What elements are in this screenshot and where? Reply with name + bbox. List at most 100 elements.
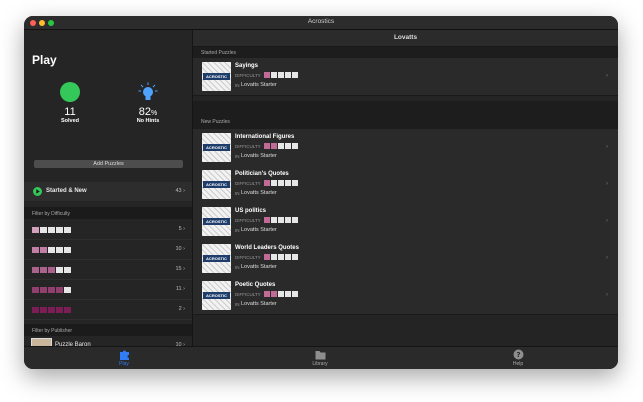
difficulty-square xyxy=(292,217,298,223)
puzzle-row[interactable]: ACROSTIC World Leaders Quotes DIFFICULTY IN… xyxy=(193,240,618,278)
tab-library[interactable]: Library xyxy=(290,349,350,367)
difficulty-square xyxy=(271,143,277,149)
difficulty-square xyxy=(64,287,71,293)
tab-help-label: Help xyxy=(512,361,524,367)
difficulty-square xyxy=(292,254,298,260)
difficulty-square xyxy=(40,307,47,313)
difficulty-square xyxy=(285,180,291,186)
puzzle-thumbnail: ACROSTIC xyxy=(202,133,231,162)
puzzle-thumbnail: ACROSTIC xyxy=(202,244,231,273)
in-caption: IN xyxy=(235,154,240,159)
difficulty-caption: DIFFICULTY xyxy=(235,144,261,149)
no-hints-stat: 82% No Hints xyxy=(118,82,178,124)
difficulty-square xyxy=(32,227,39,233)
difficulty-square xyxy=(40,227,47,233)
difficulty-count: 11 › xyxy=(175,286,185,292)
add-puzzles-button[interactable]: Add Puzzles xyxy=(34,160,183,168)
difficulty-count-value: 2 xyxy=(178,306,182,312)
chevron-right-icon: › xyxy=(606,181,608,187)
thumbnail-label: ACROSTIC xyxy=(203,73,230,80)
new-puzzles-header: New Puzzles xyxy=(193,101,618,129)
difficulty-caption: DIFFICULTY xyxy=(235,255,261,260)
puzzle-title: Politician's Quotes xyxy=(235,171,289,177)
puzzle-row[interactable]: ACROSTIC Poetic Quotes DIFFICULTY IN Lovatts… xyxy=(193,277,618,315)
page-title: Play xyxy=(32,53,57,67)
difficulty-row-4[interactable]: 11 › xyxy=(24,280,192,300)
difficulty-square xyxy=(271,180,277,186)
difficulty-square xyxy=(48,287,55,293)
thumbnail-label: ACROSTIC xyxy=(203,181,230,188)
tab-help[interactable]: ? Help xyxy=(488,349,548,367)
in-caption: IN xyxy=(235,302,240,307)
difficulty-square xyxy=(32,247,39,253)
main-panel: Lovatts Started Puzzles ACROSTIC Sayings D… xyxy=(193,30,618,346)
difficulty-caption: DIFFICULTY xyxy=(235,181,261,186)
window-title: Acrostics xyxy=(307,18,335,25)
tab-play[interactable]: Play xyxy=(94,349,154,367)
difficulty-count: 2 › xyxy=(178,306,185,312)
difficulty-square xyxy=(278,143,284,149)
difficulty-row-3[interactable]: 15 › xyxy=(24,260,192,280)
started-and-new-row[interactable]: Started & New 43 › xyxy=(24,182,192,201)
difficulty-square xyxy=(48,247,55,253)
difficulty-count-value: 11 xyxy=(175,286,182,292)
no-hints-unit: % xyxy=(151,110,158,117)
solved-circle-icon xyxy=(60,82,80,102)
in-caption: IN xyxy=(235,191,240,196)
puzzle-thumbnail: ACROSTIC xyxy=(202,170,231,199)
difficulty-square xyxy=(264,72,270,78)
difficulty-square xyxy=(292,180,298,186)
difficulty-square xyxy=(285,143,291,149)
puzzle-row[interactable]: ACROSTIC International Figures DIFFICULTY I… xyxy=(193,129,618,167)
title-bar: Acrostics xyxy=(24,16,618,30)
puzzle-title: Sayings xyxy=(235,63,259,69)
difficulty-square xyxy=(56,227,63,233)
difficulty-square xyxy=(48,227,55,233)
started-count-value: 43 xyxy=(175,188,182,194)
in-caption: IN xyxy=(235,265,240,270)
app-window: Acrostics Play 11 Solved 82% No Hints Ad… xyxy=(24,16,618,369)
difficulty-row-2[interactable]: 10 › xyxy=(24,240,192,260)
difficulty-square xyxy=(292,143,298,149)
chevron-right-icon: › xyxy=(606,144,608,150)
difficulty-square xyxy=(278,180,284,186)
puzzle-publisher: Lovatts Starter xyxy=(241,264,277,270)
difficulty-square xyxy=(292,72,298,78)
difficulty-filter-header: Filter by Difficulty xyxy=(24,207,192,219)
puzzle-title: World Leaders Quotes xyxy=(235,245,299,251)
difficulty-caption: DIFFICULTY xyxy=(235,73,261,78)
publisher-filter-header: Filter by Publisher xyxy=(24,324,192,336)
puzzle-row[interactable]: ACROSTIC Politician's Quotes DIFFICULTY IN L… xyxy=(193,166,618,204)
difficulty-square xyxy=(264,254,270,260)
difficulty-row-5[interactable]: 2 › xyxy=(24,300,192,320)
solved-value: 11 xyxy=(64,106,76,118)
puzzle-thumbnail: ACROSTIC xyxy=(202,281,231,310)
difficulty-count: 15 › xyxy=(175,266,186,272)
difficulty-square xyxy=(40,267,47,273)
difficulty-square xyxy=(56,247,63,253)
started-puzzles-header: Started Puzzles xyxy=(193,47,618,58)
difficulty-square xyxy=(278,72,284,78)
puzzle-row[interactable]: ACROSTIC US politics DIFFICULTY IN Lovatts S… xyxy=(193,203,618,241)
difficulty-caption: DIFFICULTY xyxy=(235,292,261,297)
in-caption: IN xyxy=(235,83,240,88)
puzzle-row[interactable]: ACROSTIC Sayings DIFFICULTY IN Lovatts Start… xyxy=(193,58,618,96)
tab-bar: Play Library ? Help xyxy=(24,346,618,369)
puzzle-piece-icon xyxy=(119,349,130,360)
difficulty-square xyxy=(56,307,63,313)
puzzle-thumbnail: ACROSTIC xyxy=(202,207,231,236)
no-hints-value: 82% xyxy=(118,106,178,118)
difficulty-square xyxy=(264,291,270,297)
difficulty-square xyxy=(32,287,39,293)
difficulty-square xyxy=(32,267,39,273)
difficulty-square xyxy=(278,217,284,223)
thumbnail-label: ACROSTIC xyxy=(203,218,230,225)
difficulty-row-1[interactable]: 5 › xyxy=(24,220,192,240)
chevron-right-icon: › xyxy=(606,292,608,298)
difficulty-square xyxy=(285,72,291,78)
difficulty-square xyxy=(278,254,284,260)
publisher-header: Lovatts xyxy=(193,30,618,47)
puzzle-title: Poetic Quotes xyxy=(235,282,276,288)
puzzle-publisher: Lovatts Starter xyxy=(241,227,277,233)
folder-icon xyxy=(315,349,326,360)
